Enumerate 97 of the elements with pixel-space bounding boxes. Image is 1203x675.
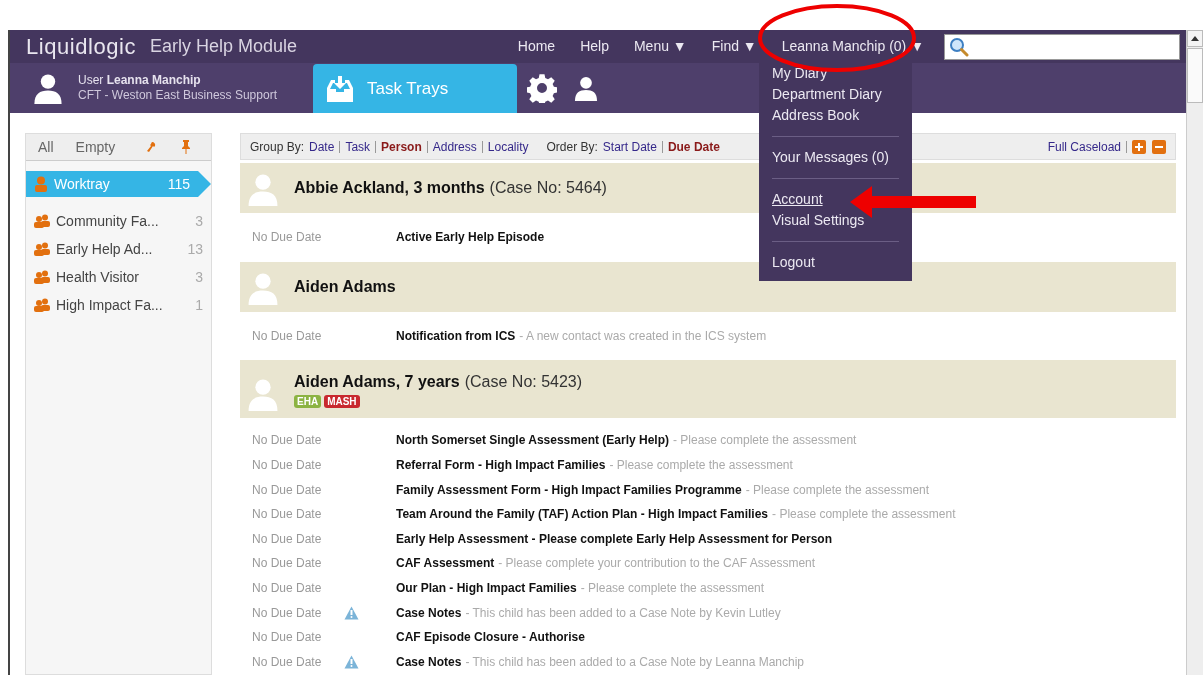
due-date: No Due Date — [252, 481, 323, 499]
scrollbar-thumb[interactable] — [1187, 48, 1203, 103]
wrench-icon[interactable] — [145, 141, 158, 153]
due-date: No Due Date — [252, 530, 323, 548]
due-date: No Due Date — [252, 327, 323, 345]
task-row[interactable]: No Due Date North Somerset Single Assessment (Early Help) - Please complete the assessment — [240, 428, 1176, 453]
menu-item[interactable]: Address Book — [772, 105, 860, 126]
order-by-link[interactable]: Due Date — [667, 137, 720, 156]
task-detail: - Please complete the assessment — [673, 432, 857, 450]
due-date: No Due Date — [252, 580, 323, 598]
task-title: Notification from ICS — [396, 327, 516, 345]
nav-link[interactable]: Menu ▼ — [633, 36, 687, 57]
task-detail: - A new contact was created in the ICS system — [519, 327, 767, 345]
task-detail: - Please complete the assessment — [609, 457, 793, 475]
task-title: CAF Episode Closure - Authorise — [396, 629, 585, 647]
pin-icon[interactable] — [181, 140, 192, 154]
task-row[interactable]: No Due Date Case Notes - This child has been added to a Case Note by Kevin Lutley — [240, 600, 1176, 625]
task-row[interactable]: No Due Date Early Help Assessment - Please complete Early Help Assessment for Person — [240, 526, 1176, 552]
group-by-link[interactable]: Date — [309, 137, 335, 156]
module-title: Early Help Module — [150, 35, 298, 58]
task-row[interactable]: No Due Date Notification from ICS - A new contact was created in the ICS system — [240, 323, 1176, 349]
people-icon — [34, 270, 50, 284]
due-date: No Due Date — [252, 229, 323, 247]
tag: MASH — [324, 395, 360, 409]
order-by-label: Order By: — [546, 138, 598, 156]
tray-item[interactable]: Early Help Ad... 13 — [26, 235, 211, 263]
group-by-link[interactable]: Task — [345, 137, 371, 156]
due-date: No Due Date — [252, 653, 323, 671]
task-title: CAF Assessment — [396, 555, 495, 573]
task-row[interactable]: No Due Date Our Plan - High Impact Families - Please complete the assessment — [240, 575, 1176, 601]
due-date: No Due Date — [252, 555, 323, 573]
task-row[interactable]: No Due Date CAF Assessment - Please complete your contribution to the CAF Assessment — [240, 551, 1176, 576]
task-row[interactable]: No Due Date Referral Form - High Impact Families - Please complete the assessment — [240, 452, 1176, 478]
collapse-icon[interactable] — [1152, 139, 1166, 154]
search-icon — [949, 36, 969, 57]
due-date: No Due Date — [252, 629, 323, 647]
case-number: (Case No: 5464) — [489, 178, 607, 198]
scroll-up-icon[interactable] — [1191, 36, 1199, 41]
task-title: Early Help Assessment - Please complete Early Help Assessment for Person — [396, 530, 832, 548]
task-detail: - Please complete the assessment — [772, 506, 956, 524]
person-name: Aiden Adams, 7 years — [294, 372, 460, 393]
task-title: Active Early Help Episode — [396, 229, 545, 247]
menu-item[interactable]: Department Diary — [772, 84, 882, 105]
filter-tab[interactable]: All — [38, 136, 54, 158]
inbox-download-icon — [325, 73, 355, 104]
case-number: (Case No: 5423) — [464, 372, 583, 393]
group-by-link[interactable]: Address — [432, 137, 477, 156]
user-team: CFT - Weston East Business Support — [78, 88, 277, 103]
nav-link[interactable]: Home — [517, 36, 556, 57]
task-detail: - This child has been added to a Case Note by Kevin Lutley — [465, 604, 781, 622]
person-name: Aiden Adams — [294, 276, 396, 297]
task-detail: - This child has been added to a Case Note by Leanna Manchip — [465, 653, 805, 671]
task-row[interactable]: No Due Date Team Around the Family (TAF) Action Plan - High Impact Families - Please complete the assessment — [240, 501, 1176, 527]
person-name: Abbie Ackland, 3 months — [294, 178, 485, 198]
task-title: Referral Form - High Impact Families — [396, 457, 606, 475]
full-caseload-link[interactable]: Full Caseload — [1047, 137, 1121, 156]
tray-item[interactable]: Community Fa... 3 — [26, 207, 211, 235]
task-row[interactable]: No Due Date CAF Episode Closure - Authorise — [240, 624, 1176, 650]
nav-link[interactable]: Find ▼ — [711, 36, 757, 57]
task-row[interactable]: No Due Date Family Assessment Form - High Impact Families Programme - Please complete the assessment — [240, 477, 1176, 502]
due-date: No Due Date — [252, 432, 323, 450]
task-row[interactable]: No Due Date Case Notes - This child has been added to a Case Note by Leanna Manchip — [240, 649, 1176, 675]
settings-icon[interactable] — [527, 73, 557, 103]
menu-item[interactable]: Visual Settings — [772, 210, 865, 231]
task-title: Our Plan - High Impact Families — [396, 580, 577, 598]
due-date: No Due Date — [252, 506, 323, 524]
task-title: North Somerset Single Assessment (Early Help) — [396, 432, 669, 450]
nav-link[interactable]: Help — [580, 36, 609, 57]
filter-tab[interactable]: Empty — [75, 136, 116, 158]
person-header[interactable]: Aiden Adams, 7 years (Case No: 5423) EHA MASH — [240, 360, 1176, 419]
scrollbar[interactable] — [1186, 30, 1203, 675]
task-detail: - Please complete your contribution to the CAF Assessment — [498, 555, 816, 573]
menu-item[interactable]: Account — [772, 189, 823, 210]
order-by-link[interactable]: Start Date — [602, 137, 657, 156]
task-title: Case Notes — [396, 653, 462, 671]
people-icon — [34, 242, 50, 256]
logo: Liquidlogic — [26, 35, 136, 58]
task-detail: - Please complete the assessment — [745, 481, 930, 499]
people-icon — [34, 298, 50, 312]
expand-icon[interactable] — [1132, 139, 1146, 154]
selection-pointer — [198, 171, 211, 197]
task-detail: - Please complete the assessment — [580, 580, 765, 598]
due-date: No Due Date — [252, 604, 323, 622]
tray-item[interactable]: Health Visitor 3 — [26, 263, 211, 291]
tag: EHA — [294, 395, 322, 409]
group-by-link[interactable]: Locality — [487, 137, 529, 156]
group-by-label: Group By: — [250, 138, 305, 156]
user-name: User Leanna Manchip — [78, 73, 202, 88]
search-field[interactable] — [944, 33, 1180, 60]
task-title: Team Around the Family (TAF) Action Plan - High Impact Families — [396, 506, 769, 524]
tray-item[interactable]: High Impact Fa... 1 — [26, 291, 211, 319]
person-icon — [34, 176, 48, 192]
group-by-link[interactable]: Person — [381, 137, 422, 156]
task-title: Family Assessment Form - High Impact Families Programme — [396, 481, 742, 499]
task-title: Case Notes — [396, 604, 462, 622]
due-date: No Due Date — [252, 457, 323, 475]
people-icon — [34, 214, 50, 228]
